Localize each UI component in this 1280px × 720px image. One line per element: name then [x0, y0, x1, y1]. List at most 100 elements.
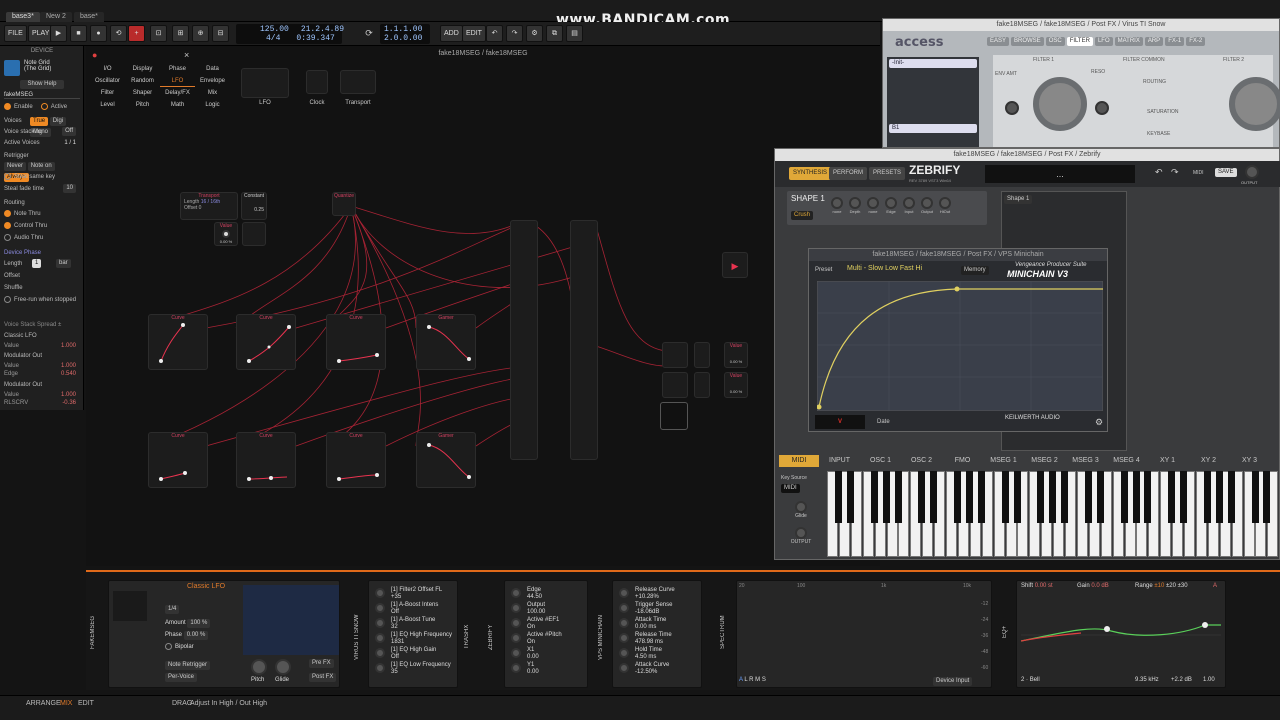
filter1-cutoff-knob[interactable] — [1033, 77, 1087, 131]
device-input-select[interactable]: Device Input — [933, 677, 973, 686]
black-key[interactable] — [1227, 471, 1235, 523]
zeb-tab-xy1[interactable]: XY 1 — [1147, 455, 1188, 467]
zebrify-tab-presets[interactable]: PRESETS — [869, 167, 906, 180]
time-signature[interactable]: 4/4 — [266, 34, 280, 43]
zebrify-param-3[interactable]: Active #Pitch On — [511, 632, 591, 646]
settings-icon[interactable]: ⚙ — [526, 25, 543, 42]
lfo-rate-select[interactable]: 1/4 — [165, 605, 180, 614]
virus-param-knob-3[interactable] — [375, 633, 385, 643]
spectrum-modes[interactable]: A L R M S — [739, 677, 766, 684]
stop-icon[interactable]: ■ — [70, 25, 87, 42]
virus-param-1[interactable]: [1] A-Boost Intens Off — [375, 602, 455, 616]
virus-param-2[interactable]: [1] A-Boost Tune 32 — [375, 617, 455, 631]
zebrify-param-0[interactable]: Edge 44.50 — [511, 587, 591, 601]
show-help-button[interactable]: Show Help — [20, 80, 64, 89]
bi-uni-node-2[interactable] — [662, 372, 688, 398]
file-button[interactable]: FILE — [4, 25, 27, 42]
record-icon[interactable]: ● — [90, 25, 107, 42]
zeb-tab-mseg3[interactable]: MSEG 3 — [1065, 455, 1106, 467]
zebrify-tab-perform[interactable]: PERFORM — [829, 167, 867, 180]
lfo-amount[interactable]: Amount 100 % — [165, 619, 211, 628]
zebrify-preset-display[interactable]: ... — [985, 165, 1135, 183]
zeb-tab-fmo[interactable]: FMO — [942, 455, 983, 467]
minichain-param-knob-3[interactable] — [619, 633, 629, 643]
free-run-row[interactable]: Free-run when stopped — [4, 295, 80, 306]
minichain-preset[interactable]: Multi - Slow Low Fast Hi — [847, 265, 957, 275]
black-key[interactable] — [1001, 471, 1009, 523]
shape-output-knob[interactable] — [921, 197, 933, 209]
eq-gain[interactable]: Gain 0.0 dB — [1077, 583, 1109, 590]
tempo-value[interactable]: 125.00 — [260, 25, 289, 34]
mix-button[interactable]: MIX — [60, 696, 72, 712]
voice-mode-digi[interactable]: Digi — [49, 117, 67, 126]
black-key[interactable] — [1049, 471, 1057, 523]
env-amt-knob[interactable] — [1005, 101, 1019, 115]
spectrum-device[interactable]: 100 1k 10k 20 -12 -24 -36 -48 -60 A L R … — [736, 580, 992, 688]
unit-node[interactable] — [242, 222, 266, 246]
zebrify-save-button[interactable]: SAVE — [1215, 168, 1237, 177]
eq-q[interactable]: 1.00 — [1203, 677, 1215, 684]
zebrify-param-knob-3[interactable] — [511, 633, 521, 643]
black-key[interactable] — [1120, 471, 1128, 523]
reso-knob[interactable] — [1095, 101, 1109, 115]
black-key[interactable] — [870, 471, 878, 523]
virus-tab-lfo[interactable]: LFO — [1094, 37, 1113, 46]
steal-same-key-row[interactable]: Steal same key — [4, 172, 80, 183]
zeb-tab-mseg1[interactable]: MSEG 1 — [983, 455, 1024, 467]
grid-editor[interactable]: fake18MSEG / fake18MSEG ● × I/O Display … — [86, 46, 880, 566]
value-knob[interactable] — [222, 230, 230, 238]
curve-node-2[interactable]: Curve — [236, 314, 296, 370]
voice-mode-true[interactable]: True — [30, 117, 49, 126]
glide-knob[interactable] — [275, 659, 291, 675]
pitch-knob[interactable] — [251, 659, 267, 675]
zebrify-param-knob-4[interactable] — [511, 648, 521, 658]
mix-column-1[interactable] — [510, 220, 538, 460]
minichain-param-0[interactable]: Release Curve +10.28% — [619, 587, 699, 601]
out-value-node-2[interactable]: Value 0.00 % — [724, 372, 748, 398]
length-row[interactable]: Length 1 bar — [4, 259, 80, 270]
gamer-node-1[interactable]: Gamer — [416, 314, 476, 370]
eq-curve[interactable] — [1021, 595, 1221, 671]
key-source-select[interactable]: MIDI — [781, 484, 800, 493]
preset-name[interactable]: Note Grid (The Grid) — [24, 60, 51, 72]
minichain-param-3[interactable]: Release Time 478.98 ms — [619, 632, 699, 646]
note-retrigger-button[interactable]: Note Retrigger — [165, 661, 211, 670]
shape-tab[interactable]: Shape 1 — [1004, 195, 1033, 204]
edit-button[interactable]: EDIT — [78, 696, 94, 712]
zebrify-tab-synthesis[interactable]: SYNTHESIS — [789, 167, 832, 180]
keyboard[interactable] — [827, 471, 1279, 557]
settings-icon[interactable]: ⚙ — [1095, 417, 1103, 428]
virus-param-knob-1[interactable] — [375, 603, 385, 613]
virus-param-3[interactable]: [1] EQ High Frequency 1831 — [375, 632, 455, 646]
black-key[interactable] — [846, 471, 854, 523]
zebrify-param-knob-1[interactable] — [511, 603, 521, 613]
memory-button[interactable]: Memory — [961, 266, 989, 275]
zeb-tab-input[interactable]: INPUT — [819, 455, 860, 467]
minichain-param-5[interactable]: Attack Curve -12.50% — [619, 662, 699, 676]
device-name[interactable]: fakeMSEG — [4, 92, 80, 99]
redo-icon[interactable]: ↷ — [506, 25, 523, 42]
curve-node-4[interactable]: Curve — [148, 432, 208, 488]
zebrify-output-knob[interactable] — [1245, 165, 1259, 179]
black-key[interactable] — [1168, 471, 1176, 523]
zeb-tab-mseg4[interactable]: MSEG 4 — [1106, 455, 1147, 467]
mix-column-2[interactable] — [570, 220, 598, 460]
mo2-rlscrv[interactable]: RLSCRV -0.36 — [4, 398, 80, 409]
black-key[interactable] — [1061, 471, 1069, 523]
retrigger-never[interactable]: Never — [4, 162, 27, 171]
black-key[interactable] — [965, 471, 973, 523]
eq-band-footer[interactable]: 2 · Bell — [1021, 677, 1040, 684]
zebrify-param-knob-2[interactable] — [511, 618, 521, 628]
virus-param-knob-0[interactable] — [375, 588, 385, 598]
minichain-param-knob-2[interactable] — [619, 618, 629, 628]
black-key[interactable] — [1013, 471, 1021, 523]
gamer-node-2[interactable]: Gamer — [416, 432, 476, 488]
curve-node-3[interactable]: Curve — [326, 314, 386, 370]
post-fx-button[interactable]: Post FX — [309, 673, 337, 682]
undo-icon[interactable]: ↶ — [1155, 167, 1163, 178]
black-key[interactable] — [930, 471, 938, 523]
add-icon[interactable]: ⊕ — [192, 25, 209, 42]
tab-base3[interactable]: base3* — [6, 12, 40, 22]
retrigger-note-on[interactable]: Note on — [27, 162, 55, 171]
value-node[interactable]: Value 0.00 % — [214, 222, 238, 246]
